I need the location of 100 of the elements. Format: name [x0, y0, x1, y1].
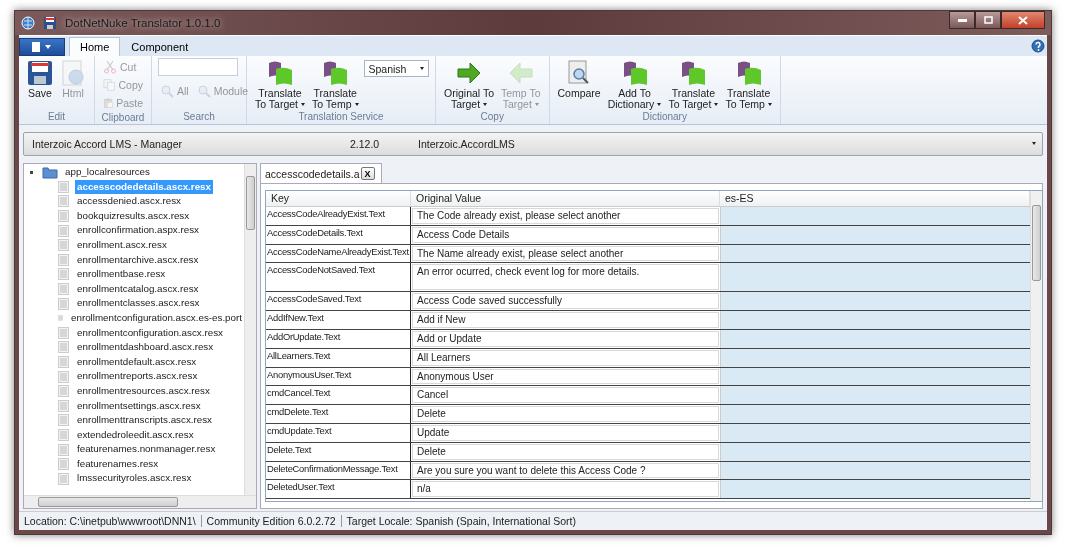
module-dropdown[interactable]: Interzoic Accord LMS - Manager 2.12.0 Interzoic.AccordLMS	[23, 132, 1043, 156]
original-value-cell: n/a	[412, 481, 719, 498]
tree-item[interactable]: enrollmentarchive.ascx.resx	[75, 252, 201, 268]
tree-item[interactable]: enrollmentclasses.ascx.resx	[75, 296, 202, 311]
tree-item[interactable]: enrollmentbase.resx	[75, 267, 168, 282]
translation-field[interactable]	[720, 207, 1030, 225]
folder-label[interactable]: app_localresources	[63, 165, 152, 180]
application-menu-button[interactable]	[19, 38, 65, 56]
original-value-cell: Anonymous User	[412, 368, 719, 385]
tree-item[interactable]: bookquizresults.ascx.resx	[75, 208, 192, 224]
document-icon	[58, 414, 69, 427]
translation-field[interactable]	[720, 263, 1030, 292]
tree-item[interactable]: enrollmentresources.ascx.resx	[75, 383, 212, 399]
original-value-cell: Add if New	[412, 312, 719, 328]
key-cell: cmdDelete.Text	[266, 405, 411, 423]
tree-item[interactable]: accessdenied.ascx.resx	[75, 194, 183, 209]
document-icon	[58, 224, 69, 237]
tree-item[interactable]: featurenames.resx	[75, 456, 161, 472]
tree-item[interactable]: enrollmentcatalog.ascx.resx	[75, 281, 201, 297]
tree-item[interactable]: enrollmentreports.ascx.resx	[75, 369, 200, 384]
original-value-cell: An error ocurred, check event log for more details.	[412, 264, 719, 291]
close-button[interactable]	[1001, 11, 1045, 29]
tree-item[interactable]: featurenames.nonmanager.resx	[75, 442, 218, 457]
maximize-icon	[983, 16, 993, 24]
tree-item[interactable]: enrollmentconfiguration.ascx.resx	[75, 325, 225, 341]
tree-item[interactable]: extendedroleedit.ascx.resx	[75, 427, 196, 443]
translation-field[interactable]	[720, 386, 1030, 405]
document-icon	[58, 283, 69, 296]
original-value-cell: Delete	[412, 406, 719, 422]
horizontal-scrollbar[interactable]	[24, 495, 256, 508]
ribbon-button[interactable]: Translate To Target	[253, 58, 307, 111]
maximize-button[interactable]	[975, 11, 1001, 29]
tree-item[interactable]: enrollment.ascx.resx	[75, 237, 169, 253]
translation-field[interactable]	[720, 292, 1030, 311]
original-value-cell: All Learners	[412, 349, 719, 366]
tree-item[interactable]: enrollmentsettings.ascx.resx	[75, 398, 203, 414]
ribbon-button[interactable]: Translate To Temp	[723, 58, 774, 111]
document-icon	[58, 443, 69, 456]
window-title: DotNetNuke Translator 1.0.1.0	[65, 17, 221, 29]
tree-item[interactable]: enrollmentconfiguration.ascx.es-es.port	[69, 310, 244, 326]
document-icon	[58, 385, 69, 398]
search-field[interactable]	[158, 58, 238, 76]
document-icon	[58, 370, 69, 383]
key-cell: AccessCodeNotSaved.Text	[266, 263, 411, 292]
tree-item[interactable]: enrollmenttranscripts.ascx.resx	[75, 413, 215, 428]
document-icon	[58, 253, 69, 266]
minimize-button[interactable]	[949, 11, 975, 29]
menu-icon	[31, 42, 53, 52]
close-tab-button[interactable]: X	[360, 167, 375, 180]
translation-field[interactable]	[720, 405, 1030, 423]
status-text: Location: C:\inetpub\wwwroot\DNN1\	[19, 515, 202, 527]
column-header[interactable]: Original Value	[411, 191, 720, 206]
flag-icon	[679, 60, 708, 86]
ribbon-tab[interactable]: Home	[69, 37, 121, 56]
ribbon-button[interactable]: Save	[25, 58, 55, 111]
save-icon[interactable]	[43, 16, 57, 30]
folder-icon	[42, 165, 58, 179]
tree-item[interactable]: enrollconfirmation.aspx.resx	[75, 223, 201, 238]
key-cell: AccessCodeSaved.Text	[266, 292, 411, 311]
ribbon-button[interactable]: Translate To Temp	[310, 58, 361, 111]
original-value-cell: Cancel	[412, 387, 719, 404]
document-icon	[58, 297, 69, 310]
language-dropdown[interactable]: Spanish	[363, 60, 429, 77]
document-icon	[58, 458, 69, 471]
vertical-scrollbar[interactable]	[244, 164, 256, 495]
ribbon-tab[interactable]: Component	[120, 37, 200, 56]
original-value-cell: The Code already exist, please select another	[412, 208, 719, 224]
key-cell: AddOrUpdate.Text	[266, 330, 411, 348]
ribbon-button[interactable]: Compare	[555, 58, 603, 111]
left-arrow-icon	[507, 60, 534, 86]
group-label: Translation Service	[298, 111, 384, 124]
ribbon-button[interactable]: Original To Target	[442, 58, 496, 111]
document-icon	[58, 356, 69, 368]
original-value-cell: Delete	[412, 443, 719, 460]
globe-icon	[21, 16, 35, 30]
original-value-cell: Are you sure you want to delete this Access Code ?	[412, 462, 719, 479]
document-icon	[58, 399, 69, 412]
document-tab[interactable]: accesscodedetails.a X	[260, 163, 382, 183]
original-value-cell: Update	[412, 424, 719, 441]
original-value-cell: The Name already exist, please select another	[412, 245, 719, 262]
ribbon-button[interactable]: Translate To Target	[666, 58, 721, 111]
group-label: Edit	[47, 111, 66, 124]
group-label: Search	[183, 111, 215, 124]
close-icon	[1018, 15, 1028, 25]
expander-icon[interactable]	[30, 170, 33, 174]
copy-icon	[103, 78, 116, 92]
web-page-icon	[60, 60, 86, 86]
tree-item[interactable]: lmssecurityroles.ascx.resx	[75, 471, 194, 487]
translation-field[interactable]	[720, 311, 1030, 329]
column-header[interactable]: Key	[266, 191, 411, 206]
document-icon	[58, 195, 69, 208]
original-value-cell: Add or Update	[412, 331, 719, 347]
ribbon-button[interactable]: Add To Dictionary	[605, 58, 664, 111]
vertical-scrollbar[interactable]	[1030, 191, 1042, 501]
tree-item[interactable]: enrollmentdefault.ascx.resx	[75, 354, 199, 370]
translation-field[interactable]	[720, 480, 1030, 499]
help-icon[interactable]	[1031, 39, 1045, 53]
search-icon	[160, 84, 174, 98]
tree-item[interactable]: enrollmentdashboard.ascx.resx	[75, 340, 216, 355]
status-text: Target Locale: Spanish (Spain, International Sort)	[345, 515, 577, 527]
